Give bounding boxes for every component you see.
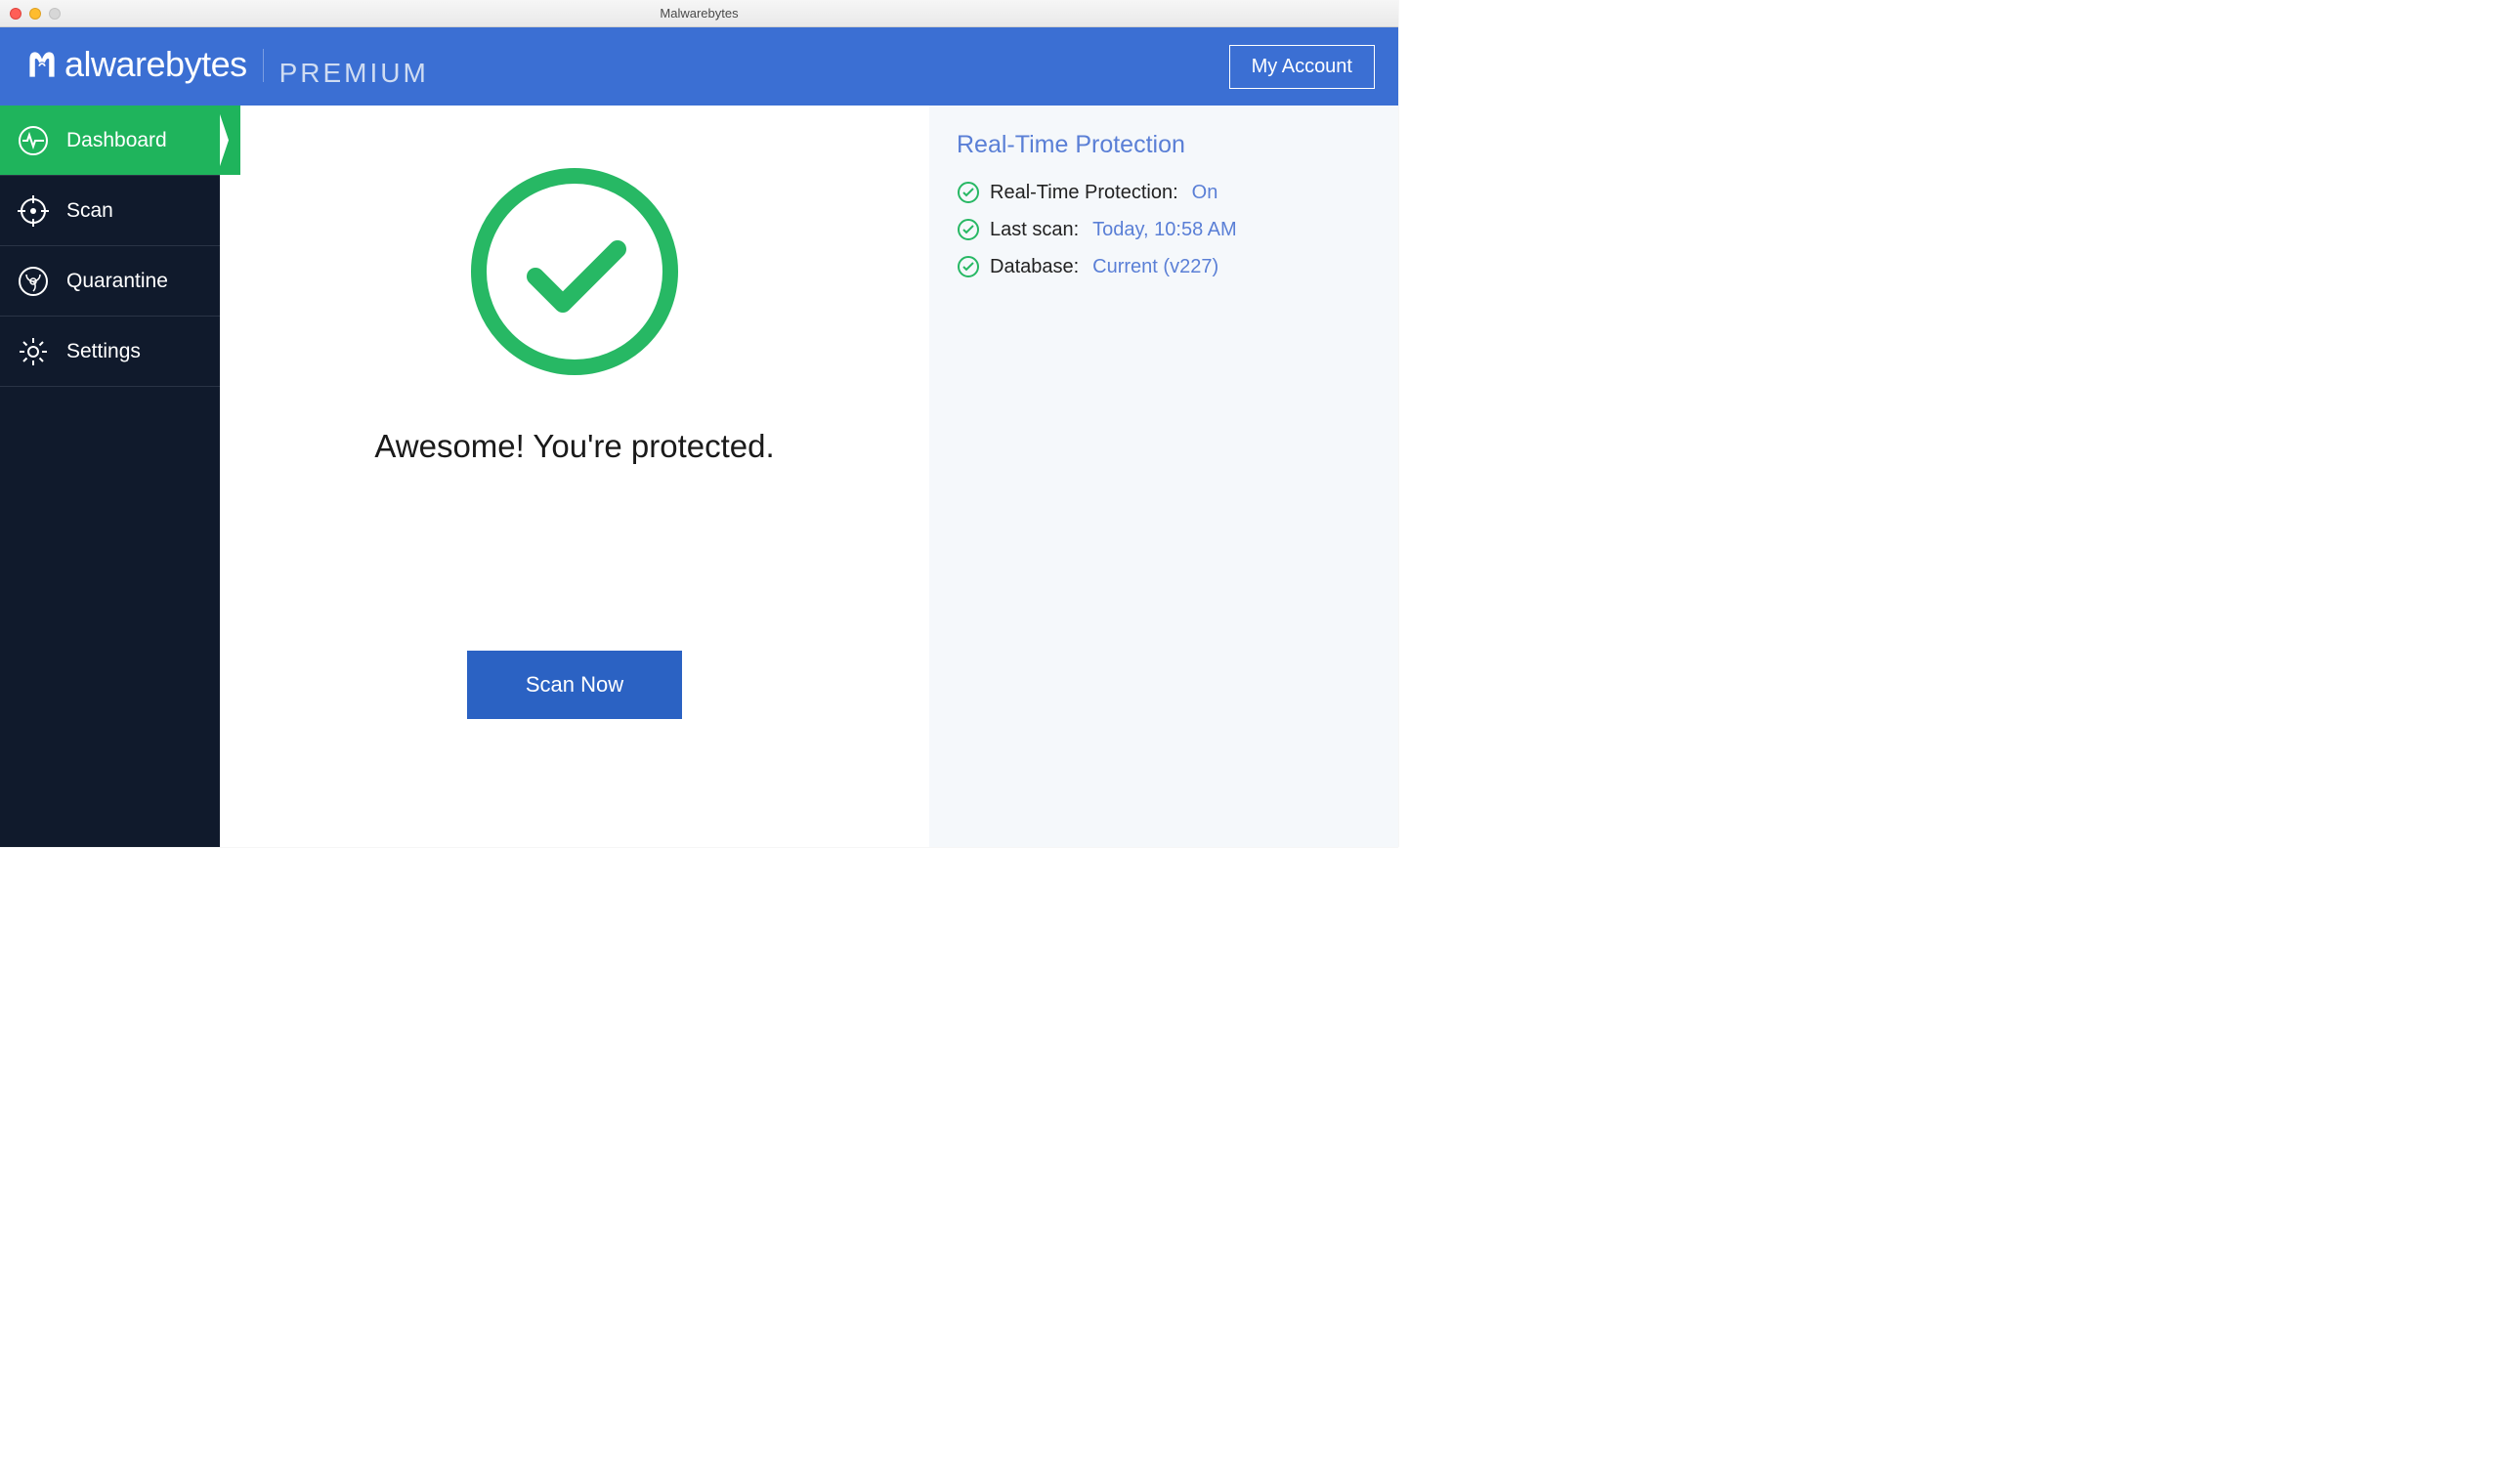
status-value: On <box>1192 182 1218 204</box>
right-panel-title: Real-Time Protection <box>957 131 1371 159</box>
brand-logo: alwarebytes <box>23 44 247 85</box>
brand-separator <box>263 49 264 82</box>
titlebar: Malwarebytes <box>0 0 1398 27</box>
sidebar-item-label: Quarantine <box>66 270 168 293</box>
protected-check-icon <box>467 164 682 379</box>
status-row-database: Database: Current (v227) <box>957 255 1371 278</box>
sidebar: Dashboard Scan <box>0 106 220 847</box>
scan-now-button[interactable]: Scan Now <box>467 651 682 719</box>
sidebar-item-label: Dashboard <box>66 129 167 152</box>
status-value: Today, 10:58 AM <box>1092 219 1237 241</box>
app-body: Dashboard Scan <box>0 106 1398 847</box>
protection-headline: Awesome! You're protected. <box>374 428 774 465</box>
status-label: Last scan: <box>990 219 1079 241</box>
sidebar-item-label: Settings <box>66 340 141 363</box>
status-row-lastscan: Last scan: Today, 10:58 AM <box>957 218 1371 241</box>
malwarebytes-m-icon <box>23 47 61 82</box>
brand-text: alwarebytes <box>64 44 247 85</box>
target-icon <box>18 195 49 227</box>
main-content: Awesome! You're protected. Scan Now Real… <box>220 106 1398 847</box>
check-circle-icon <box>957 181 980 204</box>
sidebar-item-label: Scan <box>66 199 113 223</box>
window-title: Malwarebytes <box>0 6 1398 21</box>
check-circle-icon <box>957 255 980 278</box>
product-tier: PREMIUM <box>279 58 429 89</box>
my-account-button[interactable]: My Account <box>1229 45 1375 89</box>
heartbeat-icon <box>18 125 49 156</box>
app-header: alwarebytes PREMIUM My Account <box>0 27 1398 106</box>
app-window: Malwarebytes alwarebytes PREMIUM My Acco… <box>0 0 1398 847</box>
status-row-realtime: Real-Time Protection: On <box>957 181 1371 204</box>
status-value: Current (v227) <box>1092 256 1218 278</box>
status-label: Real-Time Protection: <box>990 182 1178 204</box>
biohazard-icon <box>18 266 49 297</box>
sidebar-item-settings[interactable]: Settings <box>0 317 220 387</box>
sidebar-item-dashboard[interactable]: Dashboard <box>0 106 220 176</box>
status-label: Database: <box>990 256 1079 278</box>
check-circle-icon <box>957 218 980 241</box>
right-panel: Real-Time Protection Real-Time Protectio… <box>929 106 1398 847</box>
sidebar-item-quarantine[interactable]: Quarantine <box>0 246 220 317</box>
gear-icon <box>18 336 49 367</box>
dashboard-center: Awesome! You're protected. Scan Now <box>220 106 929 847</box>
brand: alwarebytes PREMIUM <box>23 44 429 89</box>
sidebar-item-scan[interactable]: Scan <box>0 176 220 246</box>
